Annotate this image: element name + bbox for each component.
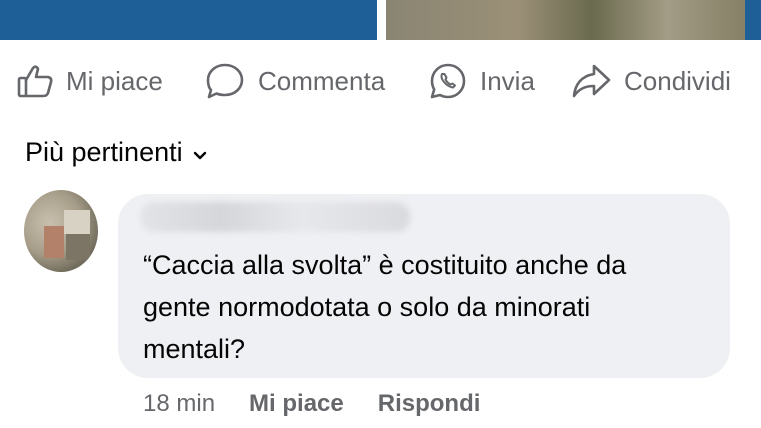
comment-meta: 18 min Mi piace Rispondi xyxy=(143,386,480,422)
avatar-blur-patch xyxy=(44,226,64,258)
sort-label: Più pertinenti xyxy=(25,136,183,167)
comment-timestamp[interactable]: 18 min xyxy=(143,390,215,418)
avatar-blur-patch xyxy=(64,210,90,234)
comment-text: “Caccia alla svolta” è costituito anche … xyxy=(143,250,627,364)
thumbs-up-icon xyxy=(16,62,54,100)
like-label: Mi piace xyxy=(66,65,163,96)
whatsapp-icon xyxy=(428,61,468,101)
comment-sort-dropdown[interactable]: Più pertinenti xyxy=(25,132,207,172)
chevron-down-icon xyxy=(193,137,207,168)
post-photo-left[interactable] xyxy=(0,0,377,40)
facebook-post: Mi piace Commenta Invia Condividi Più pe… xyxy=(0,0,761,428)
comment-like-button[interactable]: Mi piace xyxy=(249,390,344,418)
comment-reply-button[interactable]: Rispondi xyxy=(378,390,481,418)
post-action-bar: Mi piace Commenta Invia Condividi xyxy=(0,55,761,107)
avatar-blur-patch xyxy=(66,234,90,260)
share-label: Condividi xyxy=(624,65,731,96)
post-photo-right[interactable] xyxy=(386,0,761,40)
comment-label: Commenta xyxy=(258,65,386,96)
comment-author-redacted[interactable] xyxy=(140,202,410,232)
speech-bubble-icon xyxy=(204,61,246,101)
share-button[interactable]: Condividi xyxy=(570,55,731,107)
send-label: Invia xyxy=(480,65,535,96)
send-button[interactable]: Invia xyxy=(428,55,535,107)
avatar[interactable] xyxy=(24,190,98,272)
like-button[interactable]: Mi piace xyxy=(16,55,163,107)
comment-button[interactable]: Commenta xyxy=(204,55,385,107)
photo-edge xyxy=(745,0,761,40)
share-arrow-icon xyxy=(570,62,612,100)
